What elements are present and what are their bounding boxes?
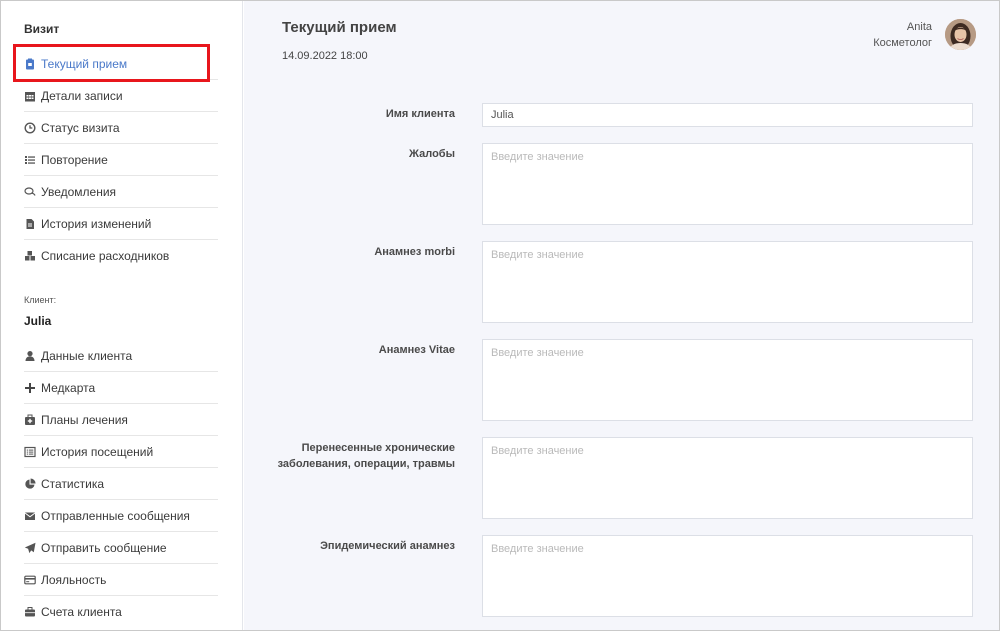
sidebar-item-label: История посещений — [41, 444, 154, 459]
sidebar-item-label: Медкарта — [41, 380, 96, 395]
chronic-diseases-label: Перенесенные хронические заболевания, оп… — [277, 442, 455, 470]
main-content: Текущий прием 14.09.2022 18:00 Anita Кос… — [244, 1, 999, 630]
pie-chart-icon — [24, 478, 36, 490]
user-name: Anita — [906, 21, 932, 33]
sidebar-item-repeat[interactable]: Повторение — [24, 144, 218, 176]
envelope-icon — [24, 510, 36, 522]
file-icon — [24, 218, 36, 230]
sidebar-item-label: Статистика — [41, 476, 105, 491]
epidemic-anamnesis-label: Эпидемический анамнез — [320, 540, 455, 552]
user-icon — [24, 350, 36, 362]
sidebar-item-change-history[interactable]: История изменений — [24, 208, 218, 240]
sidebar-item-client-invoices[interactable]: Счета клиента — [24, 596, 218, 628]
briefcase-icon — [24, 606, 36, 618]
epidemic-anamnesis-field[interactable] — [482, 535, 973, 617]
sidebar-item-medical-card[interactable]: Медкарта — [24, 372, 218, 404]
client-name-input[interactable] — [482, 103, 973, 127]
sidebar-item-client-data[interactable]: Данные клиента — [24, 340, 218, 372]
sidebar-item-notifications[interactable]: Уведомления — [24, 176, 218, 208]
sidebar-item-label: История изменений — [41, 216, 152, 231]
sidebar-item-statistics[interactable]: Статистика — [24, 468, 218, 500]
user-role: Косметолог — [873, 37, 932, 49]
appointment-date: 14.09.2022 18:00 — [282, 50, 368, 62]
sidebar-item-visit-status[interactable]: Статус визита — [24, 112, 218, 144]
paper-plane-icon — [24, 542, 36, 554]
cubes-icon — [24, 250, 36, 262]
sidebar-item-loyalty[interactable]: Лояльность — [24, 564, 218, 596]
sidebar-item-treatment-plans[interactable]: Планы лечения — [24, 404, 218, 436]
anamnesis-vitae-label: Анамнез Vitae — [378, 344, 455, 356]
client-label: Клиент: — [24, 295, 57, 305]
anamnesis-morbi-field[interactable] — [482, 241, 973, 323]
complaints-field[interactable] — [482, 143, 973, 225]
anamnesis-vitae-field[interactable] — [482, 339, 973, 421]
sidebar-item-label: Счета клиента — [41, 605, 122, 619]
sidebar-item-sent-messages[interactable]: Отправленные сообщения — [24, 500, 218, 532]
client-name: Julia — [24, 314, 52, 328]
sidebar: Визит Текущий прием Детали записи Статус… — [1, 1, 243, 630]
credit-card-icon — [24, 574, 36, 586]
sidebar-item-consumables[interactable]: Списание расходников — [24, 240, 218, 272]
chat-icon — [24, 186, 36, 198]
sidebar-item-label: Детали записи — [41, 88, 123, 103]
sidebar-item-label: Отправить сообщение — [41, 540, 167, 555]
visit-section-title: Визит — [24, 22, 60, 36]
chronic-diseases-field[interactable] — [482, 437, 973, 519]
list-alt-icon — [24, 446, 36, 458]
clock-icon — [24, 121, 36, 134]
sidebar-item-label: Уведомления — [41, 184, 117, 199]
page-title: Текущий прием — [282, 19, 397, 36]
anamnesis-morbi-label: Анамнез morbi — [374, 246, 455, 258]
sidebar-item-visit-history[interactable]: История посещений — [24, 436, 218, 468]
plus-icon — [24, 382, 36, 394]
list-icon — [24, 154, 36, 166]
medkit-icon — [24, 414, 36, 426]
sidebar-item-send-message[interactable]: Отправить сообщение — [24, 532, 218, 564]
sidebar-item-label: Статус визита — [41, 120, 120, 135]
sidebar-item-label: Лояльность — [41, 572, 107, 587]
sidebar-item-label: Отправленные сообщения — [41, 508, 190, 523]
selection-highlight — [13, 44, 210, 82]
sidebar-item-appointment-details[interactable]: Детали записи — [24, 80, 218, 112]
complaints-label: Жалобы — [409, 148, 455, 160]
calendar-icon — [24, 90, 36, 102]
sidebar-item-label: Планы лечения — [41, 412, 128, 427]
client-nav: Данные клиента Медкарта Планы лечения Ис… — [24, 340, 218, 628]
client-name-label: Имя клиента — [385, 108, 455, 120]
sidebar-item-label: Списание расходников — [41, 249, 170, 263]
sidebar-item-label: Повторение — [41, 152, 108, 167]
avatar[interactable] — [945, 19, 976, 50]
sidebar-item-label: Данные клиента — [41, 348, 133, 363]
